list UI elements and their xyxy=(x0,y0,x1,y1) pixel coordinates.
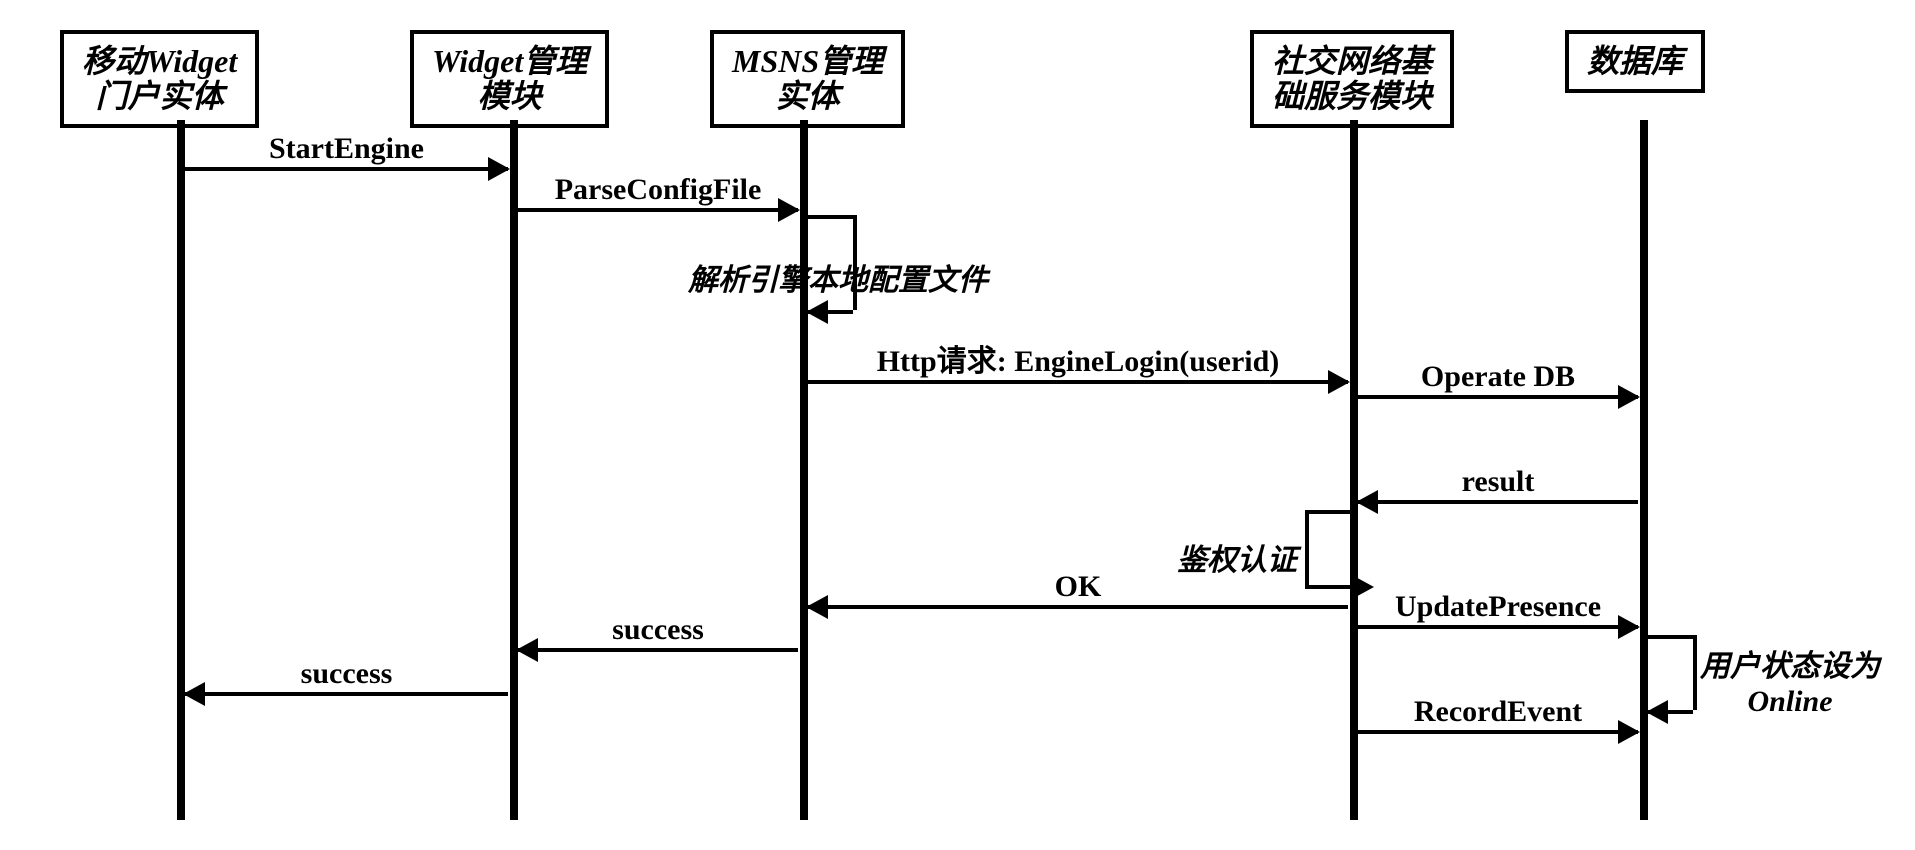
msg-ok: OK xyxy=(808,605,1348,609)
lifeline-sns xyxy=(1350,120,1358,820)
selfmsg-parse-local-label: 解析引擎本地配置文件 xyxy=(688,255,988,299)
sequence-diagram: 移动Widget 门户实体 Widget管理 模块 MSNS管理 实体 社交网络… xyxy=(0,0,1915,850)
msg-success-1-label: success xyxy=(612,613,704,646)
participant-db-label: 数据库 xyxy=(1565,30,1705,93)
participant-sns-label: 社交网络基 础服务模块 xyxy=(1250,30,1454,128)
msg-result: result xyxy=(1358,500,1638,504)
msg-success-1: success xyxy=(518,648,798,652)
lifeline-portal xyxy=(177,120,185,820)
msg-parse-config-label: ParseConfigFile xyxy=(555,173,762,206)
participant-msns-label: MSNS管理 实体 xyxy=(710,30,905,128)
msg-update-presence-label: UpdatePresence xyxy=(1395,590,1601,623)
participant-sns: 社交网络基 础服务模块 xyxy=(1250,30,1454,128)
msg-update-presence: UpdatePresence xyxy=(1358,625,1638,629)
participant-portal: 移动Widget 门户实体 xyxy=(60,30,259,128)
msg-result-label: result xyxy=(1462,465,1535,498)
lifeline-widget xyxy=(510,120,518,820)
msg-record-event: RecordEvent xyxy=(1358,730,1638,734)
msg-operate-db-label: Operate DB xyxy=(1421,360,1575,393)
participant-portal-label: 移动Widget 门户实体 xyxy=(60,30,259,128)
participant-msns: MSNS管理 实体 xyxy=(710,30,905,128)
participant-db: 数据库 xyxy=(1565,30,1705,93)
msg-engine-login-label: Http请求: EngineLogin(userid) xyxy=(877,345,1280,378)
participant-widget-label: Widget管理 模块 xyxy=(410,30,609,128)
lifeline-msns xyxy=(800,120,808,820)
msg-success-2: success xyxy=(185,692,508,696)
msg-start-engine: StartEngine xyxy=(185,167,508,171)
msg-record-event-label: RecordEvent xyxy=(1414,695,1582,728)
msg-success-2-label: success xyxy=(301,657,393,690)
msg-engine-login: Http请求: EngineLogin(userid) xyxy=(808,380,1348,384)
msg-operate-db: Operate DB xyxy=(1358,395,1638,399)
note-user-online: 用户状态设为 Online xyxy=(1700,650,1880,719)
participant-widget: Widget管理 模块 xyxy=(410,30,609,128)
msg-ok-label: OK xyxy=(1055,570,1102,603)
msg-parse-config: ParseConfigFile xyxy=(518,208,798,212)
selfmsg-auth-label: 鉴权认证 xyxy=(1177,535,1297,579)
msg-start-engine-label: StartEngine xyxy=(269,132,424,165)
